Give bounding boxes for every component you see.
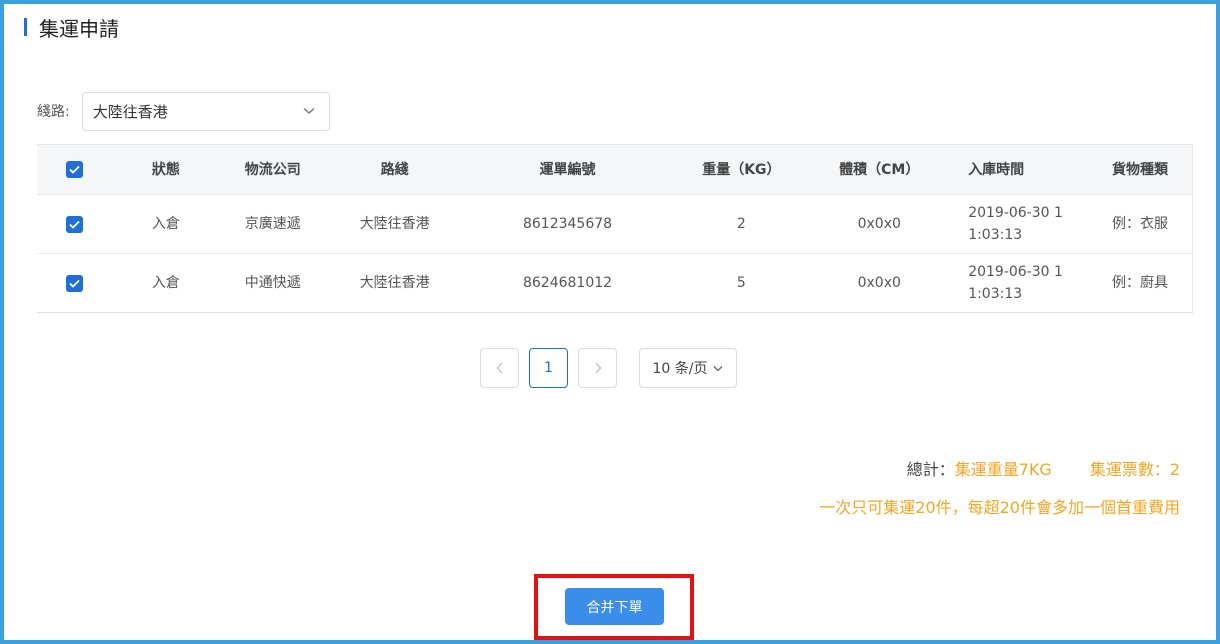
summary-note: 一次只可集運20件，每超20件會多加一個首重費用 [819, 498, 1180, 517]
row-company: 中通快遞 [244, 275, 301, 291]
row-waybill: 8624681012 [522, 275, 613, 291]
summary-label: 總計： [906, 460, 955, 479]
header-weight[interactable]: 重量（KG） [672, 159, 810, 181]
pagination: 1 10 条/页 [480, 348, 737, 388]
page-size-value: 10 条/页 [652, 361, 708, 377]
header-waybill[interactable]: 運單編號 [463, 159, 673, 181]
row-checkbox[interactable] [66, 274, 84, 292]
summary-totals: 總計： 集運重量7KG 集運票數：2 [907, 456, 1180, 480]
row-time-line2: 1:03:13 [968, 286, 1023, 302]
check-icon [69, 279, 81, 288]
row-weight: 5 [736, 275, 746, 291]
route-select[interactable]: 大陸往香港 [81, 91, 330, 131]
row-time-line1: 2019-06-30 1 [968, 264, 1063, 280]
row-time-line1: 2019-06-30 1 [968, 205, 1063, 221]
shipment-table: 狀態 物流公司 路綫 運單編號 重量（KG） 體積（CM） 入庫時間 貨物種類 … [37, 144, 1193, 313]
route-select-value: 大陸往香港 [92, 102, 168, 121]
summary-count: 集運票數：2 [1089, 460, 1180, 479]
page-title: 集運申請 [24, 14, 119, 41]
table-row[interactable]: 入倉 京廣速遞 大陸往香港 8612345678 2 0x0x0 2019-06… [37, 194, 1192, 253]
page-number-button[interactable]: 1 [529, 348, 568, 388]
check-icon [69, 220, 81, 229]
row-checkbox[interactable] [66, 215, 84, 233]
check-icon [69, 165, 81, 174]
page-title-text: 集運申請 [39, 16, 119, 41]
route-filter: 綫路: 大陸往香港 [37, 91, 330, 131]
row-select-cell [37, 215, 113, 233]
row-status: 入倉 [151, 275, 180, 291]
row-type: 例：衣服 [1112, 216, 1169, 232]
header-company[interactable]: 物流公司 [219, 159, 327, 181]
row-time-line2: 1:03:13 [968, 227, 1023, 243]
chevron-right-icon [595, 362, 601, 374]
header-route[interactable]: 路綫 [327, 159, 463, 181]
prev-page-button[interactable] [480, 348, 519, 388]
route-label: 綫路: [37, 104, 70, 120]
table-row[interactable]: 入倉 中通快遞 大陸往香港 8624681012 5 0x0x0 2019-06… [37, 253, 1192, 312]
chevron-down-icon [714, 365, 723, 371]
page-size-select[interactable]: 10 条/页 [639, 348, 737, 388]
header-status[interactable]: 狀態 [113, 159, 219, 181]
row-route: 大陸往香港 [359, 216, 430, 232]
row-status: 入倉 [151, 216, 180, 232]
row-route: 大陸往香港 [359, 275, 430, 291]
next-page-button[interactable] [578, 348, 617, 388]
select-all-cell [37, 161, 113, 178]
merge-order-button[interactable]: 合并下單 [565, 588, 664, 625]
row-type: 例：廚具 [1112, 275, 1169, 291]
chevron-down-icon [303, 107, 315, 115]
summary-weight: 集運重量7KG [954, 460, 1052, 479]
title-accent-bar [24, 18, 27, 36]
table-header: 狀態 物流公司 路綫 運單編號 重量（KG） 體積（CM） 入庫時間 貨物種類 [37, 144, 1192, 194]
row-volume: 0x0x0 [857, 275, 901, 291]
row-weight: 2 [736, 216, 746, 232]
row-company: 京廣速遞 [244, 216, 301, 232]
row-time: 2019-06-30 1 1:03:13 [948, 261, 1080, 305]
row-volume: 0x0x0 [857, 216, 901, 232]
header-type[interactable]: 貨物種類 [1080, 159, 1192, 181]
header-volume[interactable]: 體積（CM） [810, 159, 948, 181]
header-time[interactable]: 入庫時間 [948, 159, 1080, 181]
row-time: 2019-06-30 1 1:03:13 [948, 202, 1080, 246]
row-select-cell [37, 274, 113, 292]
row-waybill: 8612345678 [522, 216, 613, 232]
chevron-left-icon [496, 362, 502, 374]
select-all-checkbox[interactable] [66, 161, 84, 178]
